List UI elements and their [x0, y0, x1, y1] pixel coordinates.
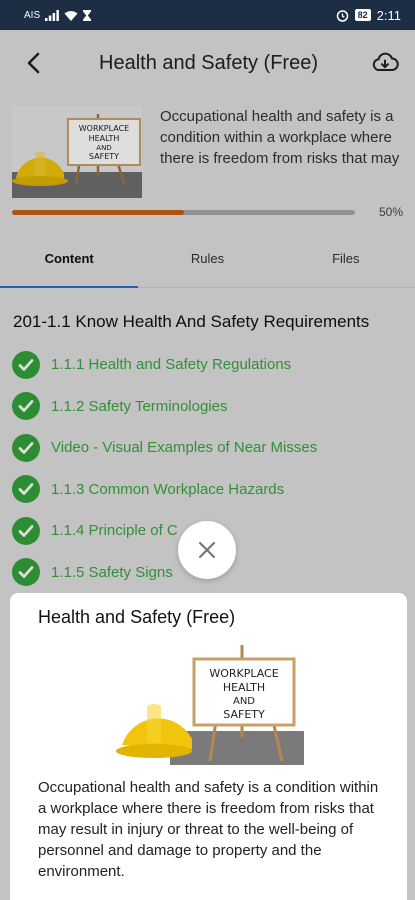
sign-line-1: WORKPLACE [209, 667, 278, 680]
course-image: WORKPLACE HEALTH AND SAFETY [113, 641, 304, 765]
sign-line-4: SAFETY [223, 708, 265, 721]
hourglass-icon [83, 9, 92, 21]
wifi-icon [64, 10, 78, 21]
signal-icon [45, 9, 60, 21]
popup-description: Occupational health and safety is a cond… [38, 779, 379, 880]
carrier-label: AIS [24, 9, 41, 21]
clock: 2:11 [376, 7, 401, 23]
sign-line-3: AND [232, 696, 254, 707]
sign-line-2: HEALTH [222, 681, 264, 694]
popup-title: Health and Safety (Free) [38, 607, 236, 627]
alarm-icon [336, 9, 348, 22]
close-icon [198, 541, 216, 559]
battery-level: 82 [354, 9, 371, 21]
close-popup-button[interactable] [178, 521, 236, 579]
status-bar: AIS 82 2:11 [0, 0, 415, 30]
course-info-popup: Health and Safety (Free) WORKPLACE HEALT… [10, 593, 407, 900]
